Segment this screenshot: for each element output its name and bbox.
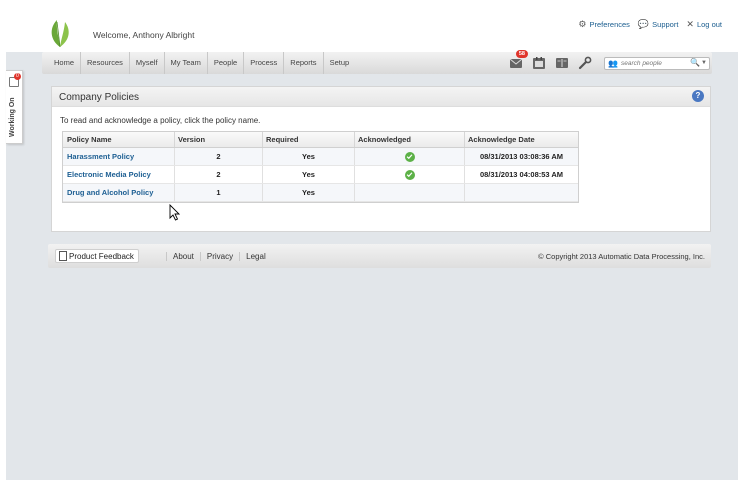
product-feedback-button[interactable]: Product Feedback xyxy=(55,249,139,263)
nav-resources[interactable]: Resources xyxy=(81,52,130,74)
acknowledge-date-cell xyxy=(465,184,578,201)
required-cell: Yes xyxy=(263,166,355,183)
logout-link[interactable]: ✕ Log out xyxy=(686,19,722,30)
support-link[interactable]: 💬 Support xyxy=(638,19,679,30)
nav-myself[interactable]: Myself xyxy=(130,52,165,74)
page-title: Company Policies xyxy=(59,92,140,103)
tools-button[interactable] xyxy=(577,55,592,70)
column-header-version[interactable]: Version xyxy=(175,132,263,147)
acknowledged-cell xyxy=(355,166,465,183)
inbox-badge: 58 xyxy=(515,50,528,58)
nav-home[interactable]: Home xyxy=(48,52,82,74)
product-feedback-label: Product Feedback xyxy=(69,251,134,261)
app-shell: Welcome, Anthony Albright ⚙ Preferences … xyxy=(6,4,738,480)
required-cell: Yes xyxy=(263,148,355,165)
table-row: Drug and Alcohol Policy 1 Yes xyxy=(63,184,578,202)
working-on-tab[interactable]: 0 Working On xyxy=(6,70,23,144)
acknowledged-cell xyxy=(355,148,465,165)
table-row: Electronic Media Policy 2 Yes 08/31/2013… xyxy=(63,166,578,184)
document-icon xyxy=(59,251,67,261)
search-icon[interactable]: 🔍 xyxy=(690,58,700,67)
version-cell: 1 xyxy=(175,184,263,201)
policy-link-electronic-media[interactable]: Electronic Media Policy xyxy=(67,170,151,179)
footer-links: About Privacy Legal xyxy=(166,244,272,268)
table-body: Harassment Policy 2 Yes 08/31/2013 03:08… xyxy=(63,148,578,202)
top-links: ⚙ Preferences 💬 Support ✕ Log out xyxy=(578,19,722,30)
table-header: Policy Name Version Required Acknowledge… xyxy=(63,132,578,148)
policies-table: Policy Name Version Required Acknowledge… xyxy=(62,131,579,203)
close-icon: ✕ xyxy=(686,19,694,29)
nav-my-team[interactable]: My Team xyxy=(165,52,208,74)
chevron-down-icon[interactable]: ▼ xyxy=(701,60,707,66)
policy-link-harassment[interactable]: Harassment Policy xyxy=(67,152,134,161)
preferences-label: Preferences xyxy=(589,20,630,29)
nav-people[interactable]: People xyxy=(208,52,245,74)
nav-icon-tray: 58 xyxy=(508,50,592,70)
people-search: 👥 🔍 ▼ xyxy=(604,57,710,70)
search-input[interactable] xyxy=(621,60,691,67)
nav-process[interactable]: Process xyxy=(244,52,285,74)
table-row: Harassment Policy 2 Yes 08/31/2013 03:08… xyxy=(63,148,578,166)
logout-label: Log out xyxy=(696,20,722,29)
working-on-label: Working On xyxy=(9,97,16,137)
book-icon xyxy=(555,57,568,68)
version-cell: 2 xyxy=(175,166,263,183)
welcome-message: Welcome, Anthony Albright xyxy=(93,30,195,40)
company-logo xyxy=(51,20,69,48)
nav-setup[interactable]: Setup xyxy=(324,52,356,74)
footer-link-privacy[interactable]: Privacy xyxy=(199,251,239,261)
nav-items: Home Resources Myself My Team People Pro… xyxy=(48,52,355,74)
version-cell: 2 xyxy=(175,148,263,165)
panel-header: Company Policies ? xyxy=(52,87,710,107)
policy-name-cell: Harassment Policy xyxy=(63,148,175,165)
acknowledged-cell xyxy=(355,184,465,201)
check-icon xyxy=(404,151,415,162)
column-header-acknowledge-date[interactable]: Acknowledge Date xyxy=(465,132,578,147)
calendar-button[interactable] xyxy=(531,55,546,70)
inbox-button[interactable]: 58 xyxy=(508,50,528,70)
column-header-required[interactable]: Required xyxy=(263,132,355,147)
preferences-link[interactable]: ⚙ Preferences xyxy=(578,19,630,30)
footer: Product Feedback About Privacy Legal © C… xyxy=(48,244,711,268)
policy-link-drug-and-alcohol[interactable]: Drug and Alcohol Policy xyxy=(67,188,153,197)
speech-bubble-icon: 💬 xyxy=(637,19,650,29)
check-icon xyxy=(404,169,415,180)
main-nav: Home Resources Myself My Team People Pro… xyxy=(42,50,712,74)
acknowledge-date-cell: 08/31/2013 03:08:36 AM xyxy=(479,152,564,161)
column-header-acknowledged[interactable]: Acknowledged xyxy=(355,132,465,147)
footer-link-about[interactable]: About xyxy=(166,251,200,261)
column-header-policy-name[interactable]: Policy Name xyxy=(63,132,175,147)
required-cell: Yes xyxy=(263,184,355,201)
footer-link-legal[interactable]: Legal xyxy=(239,251,272,261)
header: Welcome, Anthony Albright ⚙ Preferences … xyxy=(6,4,738,52)
mouse-pointer-icon xyxy=(169,204,180,221)
gear-icon: ⚙ xyxy=(578,19,587,29)
nav-reports[interactable]: Reports xyxy=(284,52,324,74)
help-icon[interactable]: ? xyxy=(692,90,704,102)
people-icon: 👥 xyxy=(608,59,618,68)
policies-panel: Company Policies ? To read and acknowled… xyxy=(51,86,711,232)
working-on-badge: 0 xyxy=(14,73,21,80)
directory-button[interactable] xyxy=(554,55,569,70)
wrench-icon xyxy=(578,56,591,69)
instructions-text: To read and acknowledge a policy, click … xyxy=(60,116,261,125)
policy-name-cell: Electronic Media Policy xyxy=(63,166,175,183)
calendar-icon xyxy=(532,56,545,69)
acknowledge-date-cell: 08/31/2013 04:08:53 AM xyxy=(479,170,564,179)
copyright-text: © Copyright 2013 Automatic Data Processi… xyxy=(538,252,705,261)
support-label: Support xyxy=(652,20,679,29)
policy-name-cell: Drug and Alcohol Policy xyxy=(63,184,175,201)
